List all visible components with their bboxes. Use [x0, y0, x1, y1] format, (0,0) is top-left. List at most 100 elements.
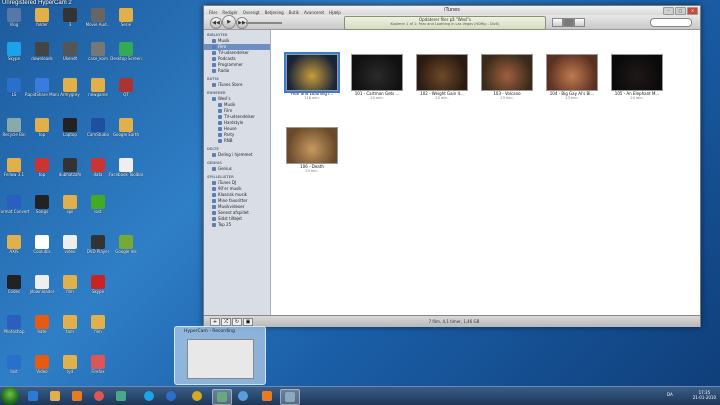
desktop-icon[interactable]: LS — [2, 78, 26, 97]
desktop-icon[interactable]: data — [86, 158, 110, 177]
desktop-icon[interactable]: Format Convert — [0, 195, 30, 214]
desktop-icon[interactable]: Google Ink — [114, 235, 138, 254]
desktop-icon[interactable]: RapidShare Manager — [25, 78, 59, 97]
volume-slider[interactable] — [246, 22, 282, 24]
previous-button[interactable]: ◀◀ — [210, 17, 222, 29]
desktop-icon[interactable]: Laptop — [58, 118, 82, 137]
close-button[interactable]: ✕ — [687, 7, 698, 15]
desktop-icon[interactable]: Firefox — [86, 355, 110, 374]
desktop-icon[interactable]: Skype — [86, 275, 110, 294]
desktop-icon[interactable]: Skype — [2, 42, 26, 61]
desktop-icon[interactable]: Vlog — [2, 8, 26, 27]
sidebar-item-icon — [212, 223, 216, 227]
sidebar-item[interactable]: Radio — [204, 68, 270, 74]
itunes-taskbar-icon[interactable] — [234, 389, 252, 403]
desktop-icon[interactable]: video — [58, 235, 82, 254]
maximize-button[interactable]: □ — [675, 7, 686, 15]
movie-tile[interactable]: 106 - Death 23 min. — [286, 127, 338, 173]
sidebar-item[interactable]: Genius — [204, 166, 270, 172]
desktop-icon[interactable]: tom — [58, 315, 82, 334]
movie-tile[interactable]: 105 - An Elephant M... 24 min. — [611, 54, 663, 100]
desktop-icon[interactable]: Serie — [114, 8, 138, 27]
language-indicator[interactable]: DA — [667, 390, 673, 400]
desktop-icon-image — [35, 275, 49, 289]
add-playlist-button[interactable]: + — [210, 318, 220, 326]
artwork-button[interactable]: ▣ — [243, 318, 253, 326]
desktop-icon[interactable]: AXIS — [2, 235, 26, 254]
messenger-taskbar-icon[interactable] — [112, 389, 130, 403]
desktop-icon[interactable]: Desktop Screen — [110, 42, 142, 61]
skype-taskbar-icon[interactable] — [140, 389, 158, 403]
explorer-taskbar-icon[interactable] — [46, 389, 64, 403]
desktop-icon-image — [91, 78, 105, 92]
hypercam-taskbar-icon[interactable] — [212, 389, 232, 405]
desktop-icon-image — [119, 158, 133, 172]
desktop-icon-label: Google Earth — [112, 132, 140, 137]
desktop-icon[interactable]: newgame — [86, 78, 110, 97]
list-view-button[interactable] — [552, 18, 563, 27]
desktop-icon[interactable]: Google Earth — [113, 118, 139, 137]
desktop-icon[interactable]: Inst — [2, 355, 26, 374]
desktop-icon[interactable]: folder — [30, 8, 54, 27]
desktop-icon[interactable]: Fellow 3.1 — [2, 158, 26, 177]
desktop-icon[interactable]: case_kom — [86, 42, 110, 61]
desktop-icon[interactable]: top — [30, 118, 54, 137]
play-button[interactable]: ▶ — [222, 15, 236, 29]
movie-tile[interactable]: Fear and Loathing i... 116 min. — [284, 52, 340, 100]
desktop-icon[interactable]: Coolutils — [30, 235, 54, 254]
desktop-icon[interactable]: lyd — [58, 355, 82, 374]
shuffle-button[interactable]: ⤮ — [221, 318, 231, 326]
media-player-taskbar-icon[interactable] — [68, 389, 86, 403]
repeat-button[interactable]: ↻ — [232, 318, 242, 326]
desktop-icon[interactable]: Ukendt — [58, 42, 82, 61]
sidebar-item[interactable]: RNB — [204, 138, 270, 144]
desktop-icon[interactable]: spil — [58, 195, 82, 214]
clock-date[interactable]: 21-01-2010 — [693, 395, 716, 400]
desktop-icon[interactable]: Armygrey — [58, 78, 82, 97]
desktop-icon[interactable]: Jdownloader — [30, 275, 54, 294]
desktop-icon[interactable]: Photoshop — [2, 315, 26, 334]
movie-tile[interactable]: 102 - Weight Gain 4... 23 min. — [416, 54, 468, 100]
firefox-taskbar-icon[interactable] — [90, 389, 108, 403]
search-input[interactable] — [650, 18, 692, 27]
desktop-icon-label: Google Ink — [115, 249, 137, 254]
desktop-icon[interactable]: film — [86, 315, 110, 334]
minimize-button[interactable]: – — [663, 7, 674, 15]
grid-view-button[interactable] — [563, 18, 574, 27]
desktop-icon[interactable]: top — [30, 158, 54, 177]
desktop-icon[interactable]: dubhatzafe — [58, 158, 82, 177]
desktop-icon-image — [91, 158, 105, 172]
desktop-icon[interactable]: lost — [86, 195, 110, 214]
movie-tile[interactable]: 103 - Volcano 23 min. — [481, 54, 533, 100]
desktop-icon[interactable]: Codec — [2, 275, 26, 294]
ie-window-taskbar-icon[interactable] — [162, 389, 180, 403]
desktop-icon[interactable]: Recycle Bin — [2, 118, 26, 137]
desktop-icon[interactable]: 3 — [58, 8, 82, 27]
start-button[interactable] — [1, 387, 19, 405]
sidebar-item[interactable]: iTunes Store — [204, 82, 270, 88]
desktop-icon[interactable]: Facebook Toolbar — [109, 158, 143, 177]
desktop-icon[interactable]: DVD Player — [86, 235, 110, 254]
desktop-icon[interactable]: Video — [30, 355, 54, 374]
desktop-icon[interactable]: Movie Aud... — [86, 8, 110, 27]
movie-tile[interactable]: 104 - Big Gay Al's Bi... 23 min. — [546, 54, 598, 100]
ie-taskbar-icon[interactable] — [24, 389, 42, 403]
sidebar-heading: GENIUS — [207, 161, 222, 165]
desktop-icon[interactable]: CamStudio — [86, 118, 110, 137]
taskbar-preview[interactable]: HyperCam - Recording — [174, 326, 266, 385]
desktop-icon[interactable]: film — [58, 275, 82, 294]
sidebar-item[interactable]: Deling i hjemmet — [204, 152, 270, 158]
sidebar-heading: BIBLIOTEK — [207, 33, 228, 37]
sidebar-item-icon — [212, 83, 216, 87]
vlc-taskbar-icon[interactable] — [258, 389, 276, 403]
desktop-icon-image — [91, 8, 105, 22]
chrome-taskbar-icon[interactable] — [188, 389, 206, 403]
movie-tile[interactable]: 101 - Cartman Gets ... 24 min. — [351, 54, 403, 100]
desktop-icon[interactable]: hate — [30, 315, 54, 334]
coverflow-view-button[interactable] — [574, 18, 585, 27]
desktop-icon[interactable]: QT — [114, 78, 138, 97]
itunes-window-taskbar-icon[interactable] — [280, 389, 300, 405]
desktop-icon[interactable]: Songs — [30, 195, 54, 214]
desktop-icon[interactable]: downloads — [30, 42, 54, 61]
sidebar-item[interactable]: Top 25 — [204, 222, 270, 228]
